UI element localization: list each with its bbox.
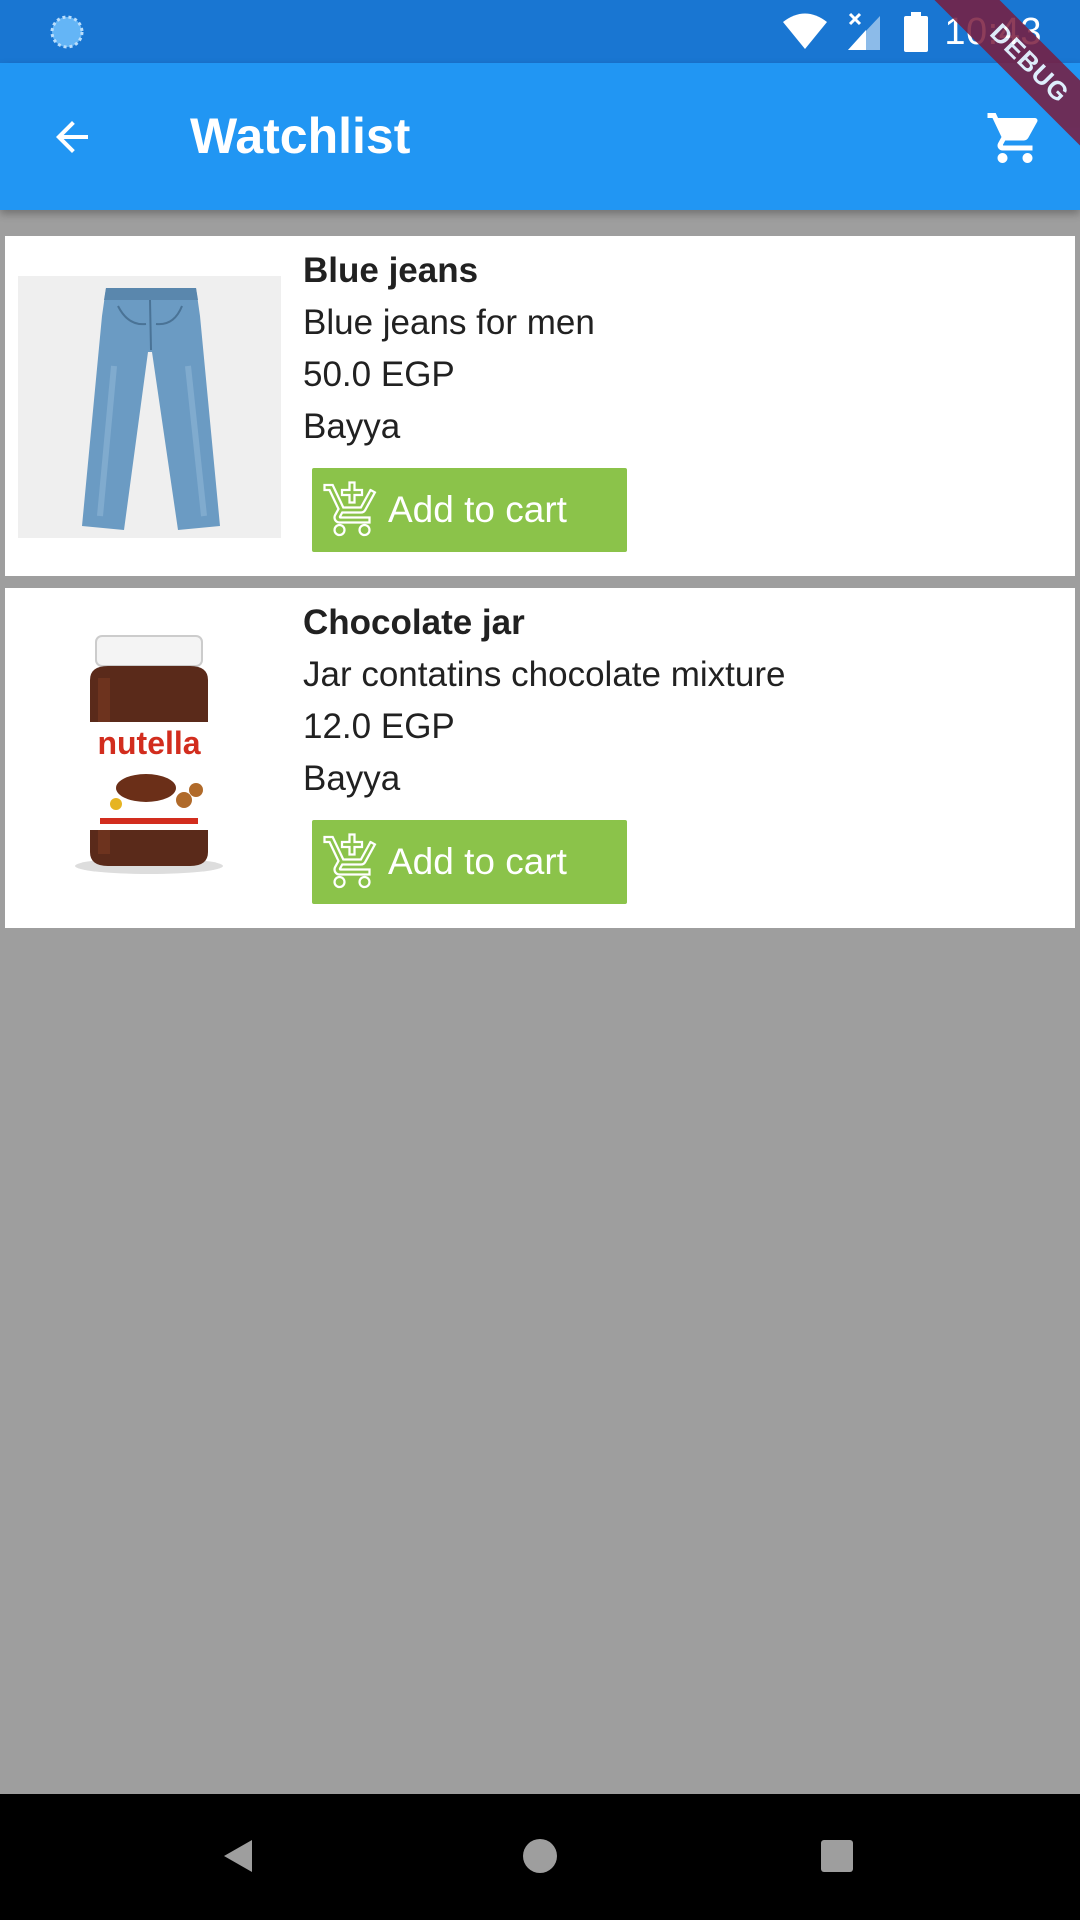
- nav-home-icon[interactable]: [521, 1837, 559, 1875]
- product-list: Blue jeans Blue jeans for men 50.0 EGP B…: [5, 236, 1075, 940]
- product-description: Blue jeans for men: [303, 303, 595, 342]
- nav-recents-icon[interactable]: [820, 1839, 854, 1873]
- add-to-cart-button[interactable]: Add to cart: [312, 468, 627, 552]
- add-to-cart-label: Add to cart: [388, 489, 567, 530]
- product-name: Blue jeans: [303, 251, 479, 290]
- add-shopping-cart-icon: [323, 833, 377, 889]
- add-shopping-cart-icon: [323, 481, 377, 537]
- product-seller: Bayya: [303, 407, 401, 446]
- add-to-cart-button[interactable]: Add to cart: [312, 820, 627, 904]
- status-time: 10:43: [944, 10, 1042, 53]
- product-card[interactable]: nutella Chocolate jar Jar contatins choc…: [5, 588, 1075, 928]
- loading-indicator-icon: [48, 13, 86, 51]
- product-seller: Bayya: [303, 759, 401, 798]
- app-bar: Watchlist: [0, 63, 1080, 210]
- product-price: 50.0 EGP: [303, 355, 455, 394]
- product-name: Chocolate jar: [303, 603, 525, 642]
- battery-icon: [904, 12, 929, 52]
- add-to-cart-label: Add to cart: [388, 841, 567, 882]
- product-price: 12.0 EGP: [303, 707, 455, 746]
- system-nav-bar: [0, 1794, 1080, 1920]
- product-description: Jar contatins chocolate mixture: [303, 655, 786, 694]
- status-bar: 10:43: [0, 0, 1080, 63]
- product-card[interactable]: Blue jeans Blue jeans for men 50.0 EGP B…: [5, 236, 1075, 576]
- nutella-jar-image: nutella: [18, 628, 281, 890]
- back-button[interactable]: [40, 105, 104, 169]
- signal-icon: [848, 12, 881, 50]
- blue-jeans-image: [18, 276, 281, 538]
- nutella-logo-text: nutella: [97, 725, 200, 761]
- arrow-back-icon: [56, 121, 88, 153]
- nav-back-icon[interactable]: [218, 1836, 258, 1876]
- cart-button[interactable]: [980, 103, 1050, 173]
- wifi-icon: [783, 13, 828, 49]
- page-title: Watchlist: [190, 108, 411, 164]
- shopping-cart-icon: [987, 113, 1038, 163]
